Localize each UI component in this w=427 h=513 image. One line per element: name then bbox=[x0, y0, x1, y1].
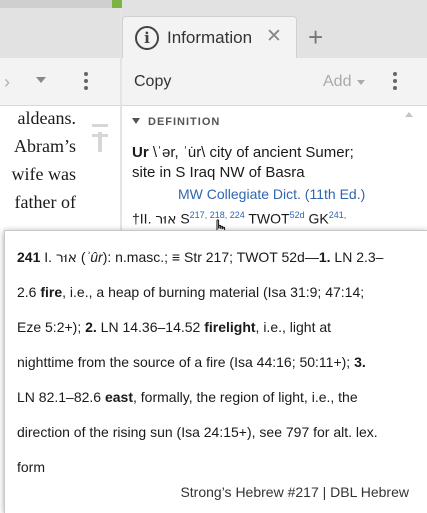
entry-number: 241 bbox=[17, 249, 41, 265]
sense-number: 1. bbox=[318, 249, 331, 265]
reading-line: aldeans. bbox=[17, 108, 76, 128]
gk-link[interactable]: 241, bbox=[329, 210, 347, 220]
copy-button[interactable]: Copy bbox=[134, 73, 171, 91]
tab-information[interactable]: i Information ✕ bbox=[122, 16, 297, 58]
definition-text: city of ancient Sumer; bbox=[205, 144, 354, 161]
homograph-numeral: I. bbox=[40, 249, 56, 265]
information-toolbar: Copy Add bbox=[122, 58, 427, 106]
add-button[interactable]: Add bbox=[323, 73, 351, 91]
chevron-down-icon[interactable] bbox=[357, 80, 365, 85]
gloss: firelight bbox=[204, 319, 256, 335]
definition-line: Ur \ˈər, ˈu̇r\ city of ancient Sumer; bbox=[132, 144, 354, 161]
chevron-down-icon[interactable] bbox=[36, 77, 46, 83]
hebrew-word: אוּר bbox=[155, 211, 177, 228]
popup-line: nighttime from the source of a fire (Isa… bbox=[17, 354, 366, 370]
popup-text: LN 2.3– bbox=[330, 249, 384, 265]
section-definition-toggle[interactable]: DEFINITION bbox=[132, 116, 220, 128]
dictionary-source-link[interactable]: MW Collegiate Dict. (11th Ed.) bbox=[178, 186, 365, 202]
collapse-triangle-icon bbox=[132, 118, 140, 124]
strongs-prefix: S bbox=[176, 210, 190, 227]
popup-line: direction of the rising sun (Isa 24:15+)… bbox=[17, 424, 378, 440]
lexical-line: †II. אוּר S217, 218, 224 TWOT52d GK241, bbox=[132, 210, 346, 228]
popup-text: LN 14.36–14.52 bbox=[96, 319, 205, 335]
twot-prefix: TWOT bbox=[244, 210, 290, 227]
add-tab-icon[interactable]: + bbox=[308, 22, 323, 52]
sense-number: 2. bbox=[85, 319, 97, 335]
popup-text: ( bbox=[77, 249, 86, 265]
pronunciation: \ˈər, ˈu̇r\ bbox=[152, 144, 206, 161]
more-options-icon[interactable] bbox=[393, 72, 397, 93]
right-tab-strip: i Information ✕ + bbox=[122, 0, 427, 58]
popup-text: nighttime from the source of a fire (Isa… bbox=[17, 354, 355, 370]
twot-link[interactable]: 52d bbox=[290, 210, 305, 220]
popup-line: Eze 5:2+); 2. LN 14.36–14.52 firelight, … bbox=[17, 319, 331, 335]
popup-text: , i.e., light at bbox=[255, 319, 332, 335]
more-options-icon[interactable] bbox=[84, 72, 88, 93]
section-title: DEFINITION bbox=[148, 116, 221, 128]
popup-source-footer: Strong’s Hebrew #217 | DBL Hebrew bbox=[180, 484, 409, 500]
gk-prefix: GK bbox=[304, 210, 329, 227]
left-tab-edge bbox=[0, 0, 128, 8]
definition-line-2: site in S Iraq NW of Basra bbox=[132, 164, 305, 181]
close-icon[interactable]: ✕ bbox=[266, 25, 282, 48]
transliteration: ʾûr bbox=[85, 249, 103, 265]
reading-line: wife was bbox=[11, 164, 76, 184]
popup-text: , formally, the region of light, i.e., t… bbox=[133, 389, 358, 405]
gloss: east bbox=[104, 389, 133, 405]
popup-line: LN 82.1–82.6 east, formally, the region … bbox=[17, 389, 358, 405]
popup-line: 241 I. אוּר (ʾûr): n.masc.; ≡ Str 217; T… bbox=[17, 249, 383, 266]
left-tab-strip bbox=[0, 0, 120, 58]
homograph-number: †II. bbox=[132, 210, 156, 227]
tab-label: Information bbox=[167, 28, 253, 47]
reading-line: father of bbox=[14, 192, 76, 212]
popup-line: form bbox=[17, 459, 45, 475]
headword: Ur bbox=[132, 144, 149, 161]
popup-text: Eze 5:2+); bbox=[17, 319, 86, 335]
popup-text: ): n.masc.; ≡ Str 217; TWOT 52d— bbox=[102, 249, 319, 265]
hebrew-word: אוּר bbox=[55, 250, 77, 266]
scroll-position-icon[interactable] bbox=[92, 124, 108, 160]
popup-text: 2.6 bbox=[17, 284, 41, 300]
popup-text: LN 82.1–82.6 bbox=[17, 389, 105, 405]
gloss: fire bbox=[40, 284, 63, 300]
reading-line: Abram’s bbox=[14, 136, 76, 156]
popup-line: 2.6 fire, i.e., a heap of burning materi… bbox=[17, 284, 364, 300]
popup-text: , i.e., a heap of burning material (Isa … bbox=[62, 284, 365, 300]
info-circle-icon: i bbox=[135, 26, 159, 50]
scroll-up-icon[interactable] bbox=[405, 112, 413, 117]
reading-toolbar: › bbox=[0, 58, 120, 106]
lexicon-popup: 241 I. אוּר (ʾûr): n.masc.; ≡ Str 217; T… bbox=[4, 230, 427, 513]
sense-number: 3. bbox=[354, 354, 366, 370]
chevron-right-icon[interactable]: › bbox=[4, 72, 10, 93]
